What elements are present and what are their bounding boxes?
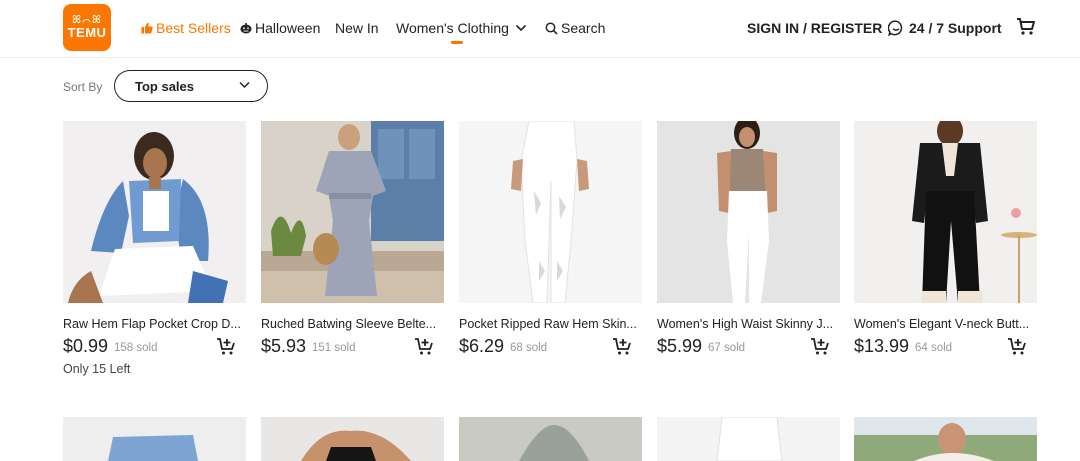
product-image[interactable] xyxy=(854,121,1037,303)
support-link[interactable]: 24 / 7 Support xyxy=(888,19,1002,37)
product-image[interactable] xyxy=(63,417,246,461)
sold-count: 67 sold xyxy=(708,342,746,354)
active-nav-indicator xyxy=(451,41,463,44)
product-price: $6.29 xyxy=(459,336,505,356)
support-label: 24 / 7 Support xyxy=(909,20,1002,36)
sold-count: 68 sold xyxy=(510,342,548,354)
cart-button[interactable] xyxy=(1016,17,1036,35)
product-image[interactable] xyxy=(459,121,642,303)
add-to-cart-icon[interactable] xyxy=(612,337,634,357)
product-price: $5.99 xyxy=(657,336,703,356)
add-to-cart-icon[interactable] xyxy=(1007,337,1029,357)
nav-halloween[interactable]: Halloween xyxy=(240,19,320,37)
temu-logo[interactable]: ꕤ⌒ꕤ TEMU xyxy=(63,4,111,51)
chevron-down-icon xyxy=(515,24,526,32)
add-to-cart-icon[interactable] xyxy=(414,337,436,357)
sort-selected-value: Top sales xyxy=(135,78,195,94)
nav-womens-clothing-label: Women's Clothing xyxy=(396,20,509,36)
product-title[interactable]: Women's High Waist Skinny J... xyxy=(657,316,837,332)
add-to-cart-icon[interactable] xyxy=(216,337,238,357)
sign-in-label: SIGN IN / REGISTER xyxy=(747,20,883,36)
product-image[interactable] xyxy=(854,417,1037,461)
product-title[interactable]: Raw Hem Flap Pocket Crop D... xyxy=(63,316,243,332)
sold-count: 64 sold xyxy=(915,342,953,354)
price-row: $13.99 64 sold xyxy=(854,334,1037,360)
product-title[interactable]: Ruched Batwing Sleeve Belte... xyxy=(261,316,441,332)
nav-womens-clothing[interactable]: Women's Clothing xyxy=(396,19,530,37)
product-image[interactable] xyxy=(657,121,840,303)
nav-best-sellers[interactable]: Best Sellers xyxy=(141,19,231,37)
product-image[interactable] xyxy=(459,417,642,461)
thumbs-up-icon xyxy=(141,22,153,34)
chevron-down-icon xyxy=(239,81,250,89)
price-row: $0.99 158 sold xyxy=(63,334,246,360)
sold-count: 151 sold xyxy=(312,342,356,354)
product-card[interactable]: Women's Elegant V-neck Butt... $13.99 64… xyxy=(854,121,1037,360)
pumpkin-icon xyxy=(240,23,252,34)
price-row: $6.29 68 sold xyxy=(459,334,642,360)
product-title[interactable]: Women's Elegant V-neck Butt... xyxy=(854,316,1034,332)
product-price: $0.99 xyxy=(63,336,109,356)
product-image[interactable] xyxy=(63,121,246,303)
nav-halloween-label: Halloween xyxy=(255,20,321,36)
nav-search-label: Search xyxy=(561,20,606,36)
nav-new-in[interactable]: New In xyxy=(335,19,379,37)
product-image[interactable] xyxy=(261,417,444,461)
product-card[interactable]: Ruched Batwing Sleeve Belte... $5.93 151… xyxy=(261,121,444,360)
top-header: ꕤ⌒ꕤ TEMU Best Sellers Halloween New In W… xyxy=(0,0,1080,58)
product-price: $5.93 xyxy=(261,336,307,356)
sort-dropdown[interactable]: Top sales xyxy=(114,70,268,102)
product-card[interactable]: Pocket Ripped Raw Hem Skin... $6.29 68 s… xyxy=(459,121,642,360)
shopping-cart-icon xyxy=(1017,18,1035,35)
nav-new-in-label: New In xyxy=(335,20,379,36)
sold-count: 158 sold xyxy=(114,342,158,354)
search-icon xyxy=(545,22,558,35)
chat-support-icon xyxy=(888,20,903,36)
price-row: $5.93 151 sold xyxy=(261,334,444,360)
product-price: $13.99 xyxy=(854,336,910,356)
nav-search[interactable]: Search xyxy=(545,19,605,37)
product-image[interactable] xyxy=(657,417,840,461)
sort-by-label: Sort By xyxy=(63,80,103,94)
price-row: $5.99 67 sold xyxy=(657,334,840,360)
sign-in-register-link[interactable]: SIGN IN / REGISTER xyxy=(747,19,882,37)
stock-notice: Only 15 Left xyxy=(63,362,131,376)
nav-best-sellers-label: Best Sellers xyxy=(156,20,231,36)
add-to-cart-icon[interactable] xyxy=(810,337,832,357)
product-image[interactable] xyxy=(261,121,444,303)
product-card[interactable]: Women's High Waist Skinny J... $5.99 67 … xyxy=(657,121,840,360)
logo-wordmark: TEMU xyxy=(67,25,107,40)
product-card[interactable]: Raw Hem Flap Pocket Crop D... $0.99 158 … xyxy=(63,121,246,376)
product-title[interactable]: Pocket Ripped Raw Hem Skin... xyxy=(459,316,639,332)
